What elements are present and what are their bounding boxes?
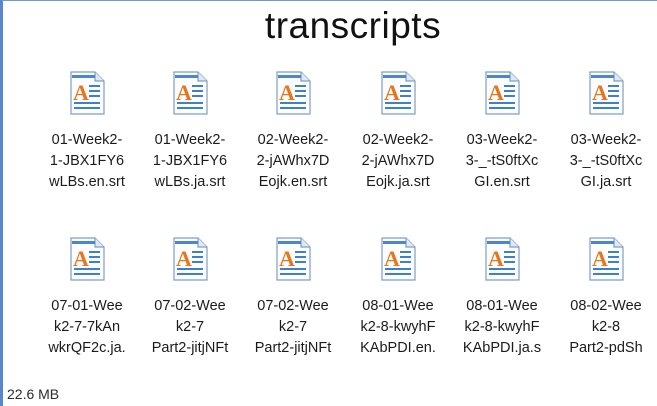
file-name: 08-01-Wee k2-8-kwyhF KAbPDI.en. xyxy=(360,298,436,356)
svg-text:A: A xyxy=(592,80,608,105)
file-item[interactable]: A 07-02-Wee k2-7 Part2-jitjNFt xyxy=(242,237,344,359)
text-document-icon: A xyxy=(485,237,520,281)
file-item[interactable]: A 08-02-Wee k2-8 Part2-pdSh xyxy=(555,237,657,359)
file-name: 03-Week2- 3-_-tS0ftXc GI.ja.srt xyxy=(569,132,643,190)
text-document-icon: A xyxy=(173,71,208,115)
svg-text:A: A xyxy=(592,246,608,271)
folder-title: transcripts xyxy=(264,5,442,46)
file-item[interactable]: A 02-Week2- 2-jAWhx7D Eojk.ja.srt xyxy=(347,71,449,193)
file-name: 02-Week2- 2-jAWhx7D Eojk.en.srt xyxy=(256,132,330,190)
text-document-icon: A xyxy=(485,71,520,115)
svg-text:A: A xyxy=(384,80,400,105)
file-item[interactable]: A 07-01-Wee k2-7-7kAn wkrQF2c.ja. xyxy=(36,237,138,359)
svg-text:A: A xyxy=(279,80,295,105)
svg-text:A: A xyxy=(384,246,400,271)
selection-size: 22.6 MB xyxy=(7,386,60,402)
svg-text:A: A xyxy=(176,80,192,105)
text-document-icon: A xyxy=(173,237,208,281)
text-document-icon: A xyxy=(589,71,624,115)
text-document-icon: A xyxy=(589,237,624,281)
text-document-icon: A xyxy=(70,71,105,115)
file-name: 02-Week2- 2-jAWhx7D Eojk.ja.srt xyxy=(361,132,435,190)
explorer-window: transcripts A 01-Week2- 1-JBX1FY6 wLBs.e… xyxy=(0,0,657,406)
svg-text:A: A xyxy=(73,246,89,271)
text-document-icon: A xyxy=(381,237,416,281)
text-document-icon: A xyxy=(70,237,105,281)
file-item[interactable]: A 01-Week2- 1-JBX1FY6 wLBs.en.srt xyxy=(36,71,138,193)
file-name: 08-01-Wee k2-8-kwyhF KAbPDI.ja.s xyxy=(462,298,542,356)
file-item[interactable]: A 02-Week2- 2-jAWhx7D Eojk.en.srt xyxy=(242,71,344,193)
svg-text:A: A xyxy=(279,246,295,271)
file-name: 01-Week2- 1-JBX1FY6 wLBs.en.srt xyxy=(49,132,125,190)
file-name: 03-Week2- 3-_-tS0ftXc GI.en.srt xyxy=(465,132,539,190)
file-item[interactable]: A 03-Week2- 3-_-tS0ftXc GI.en.srt xyxy=(451,71,553,193)
svg-text:A: A xyxy=(488,246,504,271)
file-name: 08-02-Wee k2-8 Part2-pdSh xyxy=(569,298,643,356)
file-item[interactable]: A 08-01-Wee k2-8-kwyhF KAbPDI.en. xyxy=(347,237,449,359)
file-item[interactable]: A 01-Week2- 1-JBX1FY6 wLBs.ja.srt xyxy=(139,71,241,193)
svg-text:A: A xyxy=(73,80,89,105)
file-item[interactable]: A 07-02-Wee k2-7 Part2-jitjNFt xyxy=(139,237,241,359)
text-document-icon: A xyxy=(276,237,311,281)
file-name: 07-02-Wee k2-7 Part2-jitjNFt xyxy=(151,298,229,356)
svg-text:A: A xyxy=(488,80,504,105)
file-name: 01-Week2- 1-JBX1FY6 wLBs.ja.srt xyxy=(152,132,228,190)
file-name: 07-02-Wee k2-7 Part2-jitjNFt xyxy=(254,298,332,356)
file-item[interactable]: A 03-Week2- 3-_-tS0ftXc GI.ja.srt xyxy=(555,71,657,193)
status-bar: 22.6 MB xyxy=(3,382,113,406)
svg-text:A: A xyxy=(176,246,192,271)
text-document-icon: A xyxy=(381,71,416,115)
file-item[interactable]: A 08-01-Wee k2-8-kwyhF KAbPDI.ja.s xyxy=(451,237,553,359)
text-document-icon: A xyxy=(276,71,311,115)
file-name: 07-01-Wee k2-7-7kAn wkrQF2c.ja. xyxy=(48,298,126,356)
